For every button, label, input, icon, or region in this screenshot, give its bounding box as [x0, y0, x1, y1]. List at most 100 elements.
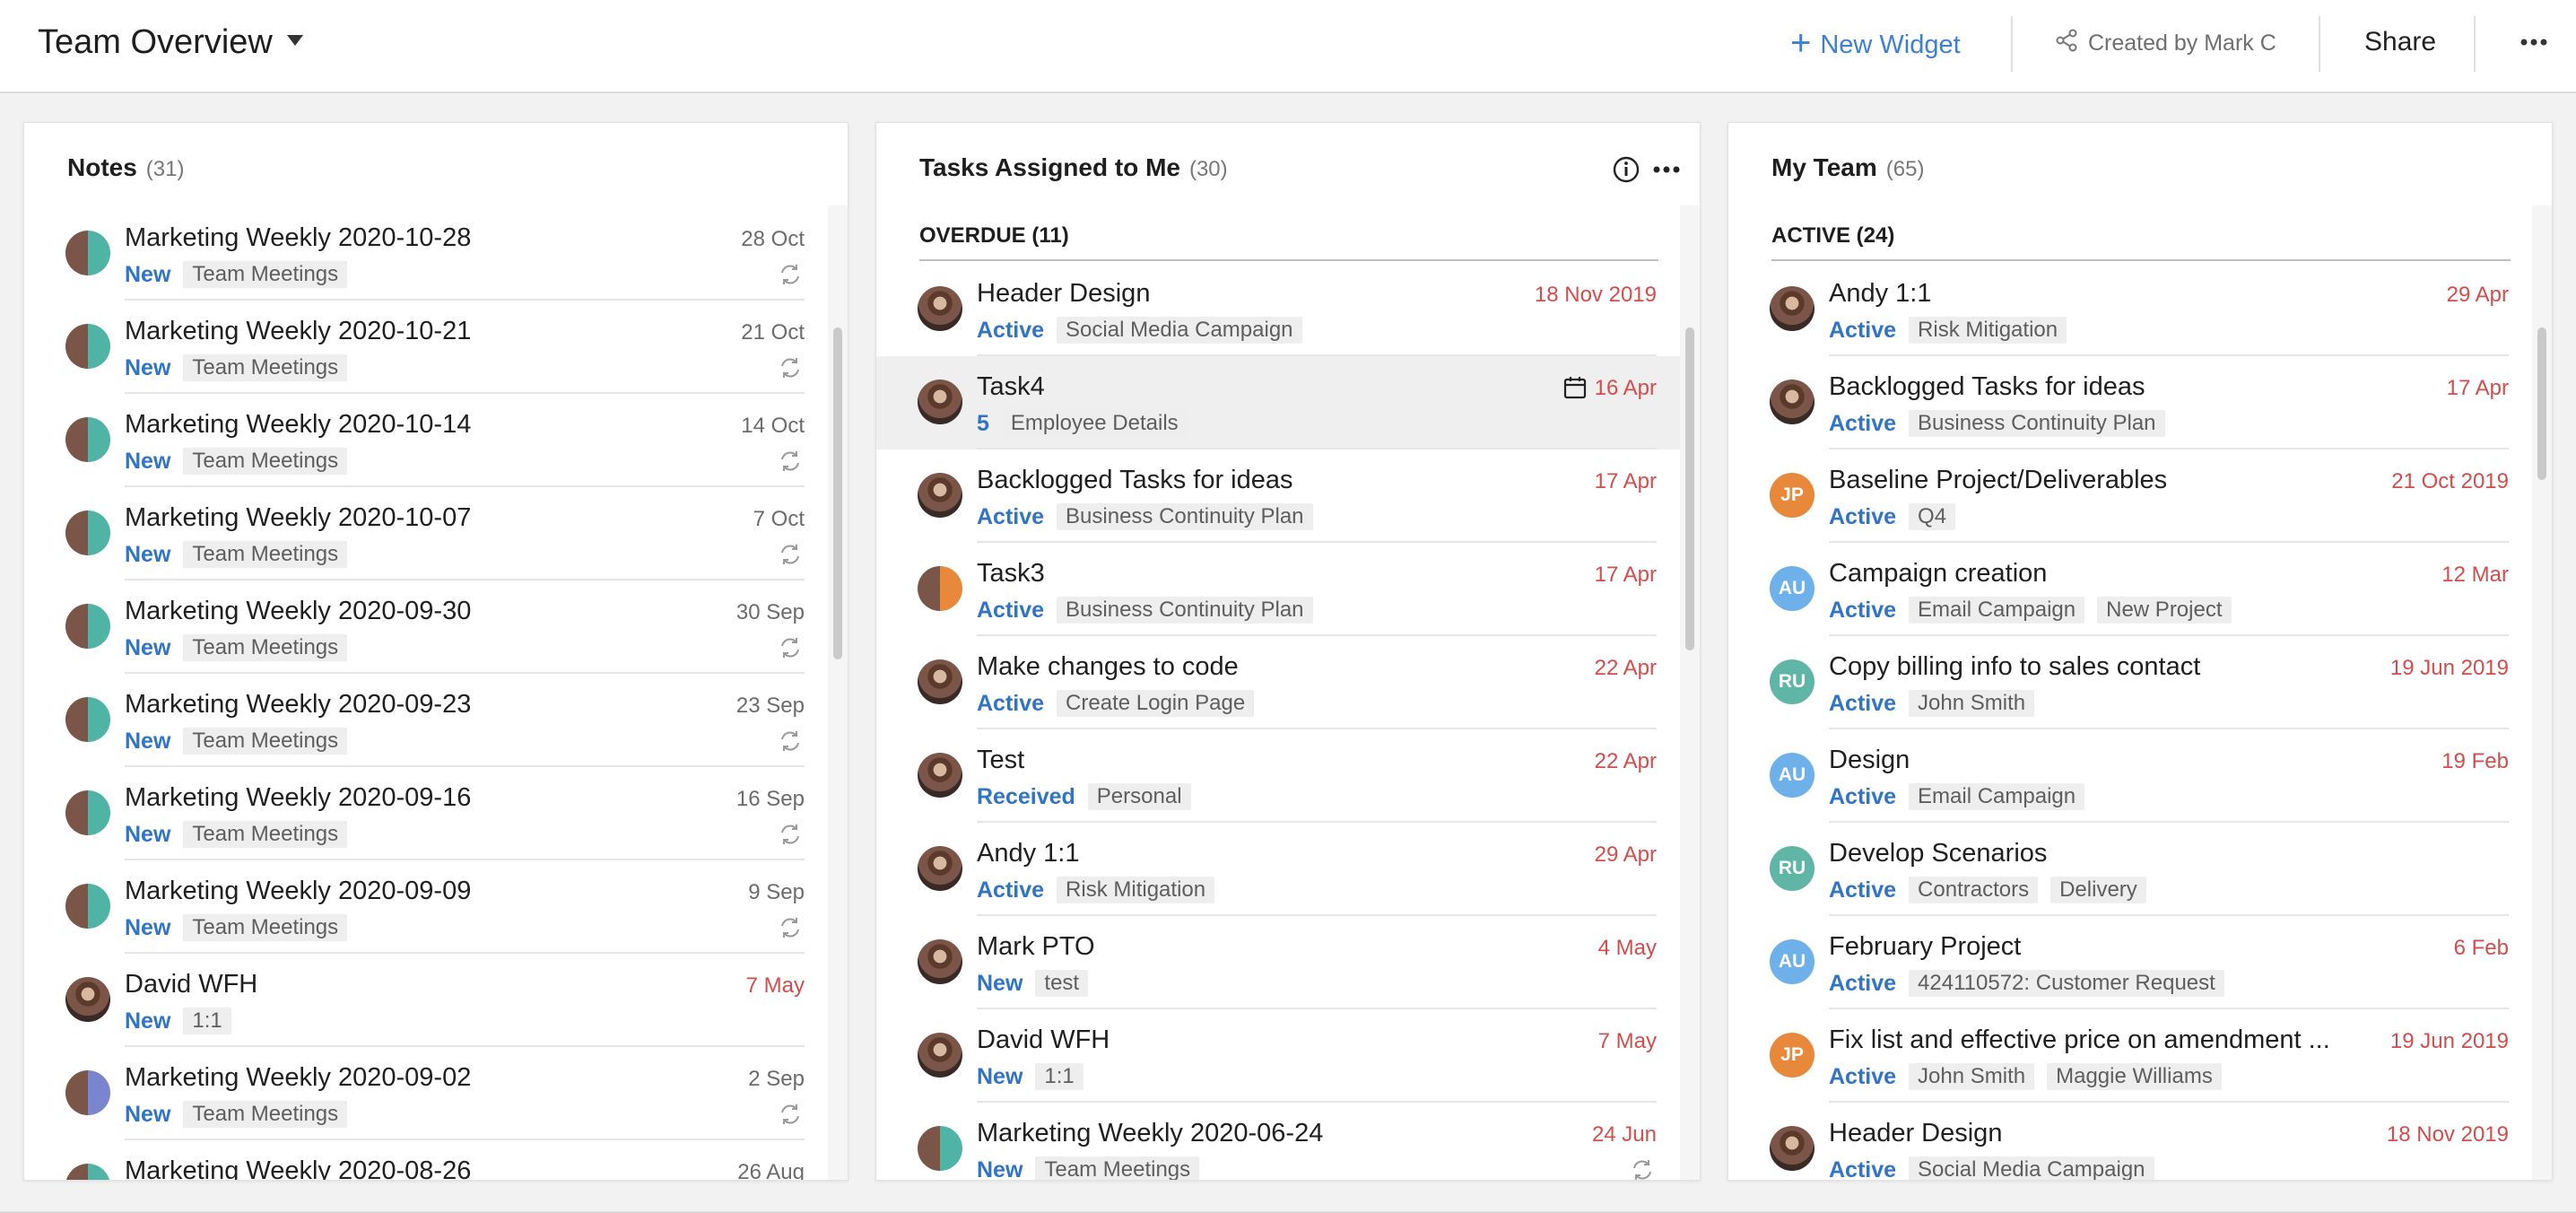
tag-badge[interactable]: 1:1 — [183, 1008, 231, 1034]
item-title[interactable]: Marketing Weekly 2020-10-28 — [125, 223, 471, 253]
item-title[interactable]: Campaign creation — [1829, 559, 2047, 589]
tag-badge[interactable]: Employee Details — [1001, 410, 1188, 437]
item-title[interactable]: Task4 — [977, 372, 1045, 402]
scrollbar-thumb[interactable] — [2537, 327, 2546, 480]
item-title[interactable]: Task3 — [977, 559, 1045, 589]
list-item[interactable]: Marketing Weekly 2020-09-16 16 Sep New Team… — [24, 767, 828, 860]
item-title[interactable]: Header Design — [1829, 1119, 2002, 1148]
list-item[interactable]: RU Copy billing info to sales contact 19 J… — [1728, 636, 2532, 729]
tag-badge[interactable]: Personal — [1087, 783, 1191, 810]
tag-badge[interactable]: Email Campaign — [1909, 783, 2085, 810]
list-item[interactable]: Marketing Weekly 2020-09-30 30 Sep New Team… — [24, 580, 828, 674]
list-item[interactable]: Marketing Weekly 2020-06-24 24 Jun New Team… — [876, 1103, 1680, 1180]
item-title[interactable]: Backlogged Tasks for ideas — [1829, 372, 2145, 402]
item-title[interactable]: Make changes to code — [977, 652, 1239, 682]
tag-badge[interactable]: Create Login Page — [1057, 690, 1255, 717]
item-title[interactable]: Test — [977, 746, 1024, 775]
scrollbar[interactable] — [1680, 205, 1700, 1180]
tag-badge[interactable]: John Smith — [1909, 690, 2035, 717]
list-item[interactable]: RU Develop Scenarios Active Contractors Deli… — [1728, 823, 2532, 916]
item-title[interactable]: David WFH — [125, 970, 257, 999]
tag-badge[interactable]: Maggie Williams — [2047, 1063, 2222, 1090]
item-title[interactable]: Mark PTO — [977, 932, 1095, 962]
list-item[interactable]: Marketing Weekly 2020-10-21 21 Oct New Team… — [24, 301, 828, 394]
info-icon[interactable] — [1612, 155, 1640, 184]
more-options-icon[interactable] — [2519, 27, 2549, 57]
list-item[interactable]: Marketing Weekly 2020-08-2626 AugNewTeam… — [24, 1140, 828, 1180]
tag-badge[interactable]: Team Meetings — [183, 541, 348, 568]
list-item[interactable]: Andy 1:1 29 Apr Active Risk Mitigation — [876, 823, 1680, 916]
list-item[interactable]: David WFH 7 May New 1:1 — [24, 954, 828, 1047]
item-title[interactable]: Marketing Weekly 2020-06-24 — [977, 1119, 1323, 1148]
list-item[interactable]: Task3 17 Apr Active Business Continuity Pla… — [876, 543, 1680, 636]
list-item[interactable]: AU February Project 6 Feb Active 424110572: … — [1728, 916, 2532, 1009]
item-title[interactable]: David WFH — [977, 1025, 1110, 1055]
item-title[interactable]: Andy 1:1 — [1829, 279, 1931, 309]
list-item[interactable]: AU Campaign creation 12 Mar Active Email Cam… — [1728, 543, 2532, 636]
tag-badge[interactable]: Risk Mitigation — [1909, 317, 2067, 344]
item-title[interactable]: Copy billing info to sales contact — [1829, 652, 2200, 682]
list-item[interactable]: Marketing Weekly 2020-09-02 2 Sep New Team … — [24, 1047, 828, 1140]
tag-badge[interactable]: Team Meetings — [183, 448, 348, 475]
tag-badge[interactable]: Team Meetings — [183, 634, 348, 661]
tag-badge[interactable]: Risk Mitigation — [1057, 877, 1215, 903]
list-item[interactable]: Marketing Weekly 2020-09-09 9 Sep New Team … — [24, 860, 828, 954]
item-title[interactable]: Fix list and effective price on amendmen… — [1829, 1025, 2330, 1055]
scrollbar[interactable] — [2532, 205, 2552, 1180]
list-item[interactable]: David WFH 7 May New 1:1 — [876, 1009, 1680, 1103]
item-title[interactable]: Backlogged Tasks for ideas — [977, 466, 1293, 495]
tag-badge[interactable]: Q4 — [1909, 503, 1956, 530]
tag-badge[interactable]: Contractors — [1909, 877, 2039, 903]
list-item[interactable]: Marketing Weekly 2020-10-14 14 Oct New Team… — [24, 394, 828, 487]
list-item[interactable]: JP Fix list and effective price on amendm… — [1728, 1009, 2532, 1103]
item-title[interactable]: Andy 1:1 — [977, 839, 1079, 868]
item-title[interactable]: Marketing Weekly 2020-09-09 — [125, 877, 471, 906]
tag-badge[interactable]: Team Meetings — [183, 821, 348, 848]
tag-badge[interactable]: Business Continuity Plan — [1909, 410, 2165, 437]
item-title[interactable]: Header Design — [977, 279, 1150, 309]
item-title[interactable]: Marketing Weekly 2020-08-26 — [125, 1156, 471, 1180]
tag-badge[interactable]: Team Meetings — [1035, 1156, 1200, 1180]
item-title[interactable]: February Project — [1829, 932, 2021, 962]
tag-badge[interactable]: 424110572: Customer Request — [1909, 970, 2224, 997]
tag-badge[interactable]: Business Continuity Plan — [1057, 597, 1313, 624]
more-options-icon[interactable] — [1651, 155, 1682, 184]
list-item[interactable]: JP Baseline Project/Deliverables 21 Oct 20… — [1728, 449, 2532, 543]
list-item[interactable]: Task4 16 Apr 5 Employee Details — [876, 356, 1680, 449]
list-item[interactable]: AU Design 19 Feb Active Email Campaign — [1728, 729, 2532, 823]
tag-badge[interactable]: Delivery — [2050, 877, 2146, 903]
list-item[interactable]: Marketing Weekly 2020-10-07 7 Oct New Team … — [24, 487, 828, 580]
tag-badge[interactable]: New Project — [2097, 597, 2232, 624]
calendar-icon[interactable] — [1562, 374, 1588, 401]
dashboard-title-dropdown[interactable]: Team Overview — [38, 23, 303, 62]
list-item[interactable]: Mark PTO 4 May New test — [876, 916, 1680, 1009]
item-title[interactable]: Develop Scenarios — [1829, 839, 2047, 868]
item-title[interactable]: Marketing Weekly 2020-09-23 — [125, 690, 471, 720]
list-item[interactable]: Marketing Weekly 2020-10-28 28 Oct New Team… — [24, 207, 828, 301]
tag-badge[interactable]: Social Media Campaign — [1057, 317, 1302, 344]
scrollbar[interactable] — [828, 205, 848, 1180]
tag-badge[interactable]: Team Meetings — [183, 728, 348, 755]
scrollbar-thumb[interactable] — [1685, 327, 1694, 650]
item-title[interactable]: Marketing Weekly 2020-09-16 — [125, 783, 471, 813]
item-title[interactable]: Marketing Weekly 2020-10-21 — [125, 317, 471, 346]
tag-badge[interactable]: Business Continuity Plan — [1057, 503, 1313, 530]
list-item[interactable]: Andy 1:1 29 Apr Active Risk Mitigation — [1728, 263, 2532, 356]
new-widget-button[interactable]: + New Widget — [1790, 25, 1961, 63]
tag-badge[interactable]: test — [1035, 970, 1089, 997]
item-title[interactable]: Marketing Weekly 2020-09-30 — [125, 597, 471, 626]
item-title[interactable]: Marketing Weekly 2020-10-07 — [125, 503, 471, 533]
tag-badge[interactable]: Team Meetings — [183, 1101, 348, 1128]
share-button[interactable]: Share — [2364, 27, 2436, 57]
tag-badge[interactable]: Social Media Campaign — [1909, 1156, 2154, 1180]
scrollbar-thumb[interactable] — [833, 327, 842, 659]
list-item[interactable]: Header Design 18 Nov 2019 Active Social Med… — [876, 263, 1680, 356]
list-item[interactable]: Backlogged Tasks for ideas 17 Apr Active Bu… — [876, 449, 1680, 543]
tag-badge[interactable]: Team Meetings — [183, 354, 348, 381]
item-title[interactable]: Marketing Weekly 2020-09-02 — [125, 1063, 471, 1093]
tag-badge[interactable]: 1:1 — [1035, 1063, 1083, 1090]
tag-badge[interactable]: Email Campaign — [1909, 597, 2085, 624]
item-title[interactable]: Marketing Weekly 2020-10-14 — [125, 410, 471, 440]
list-item[interactable]: Marketing Weekly 2020-09-23 23 Sep New Team… — [24, 674, 828, 767]
item-title[interactable]: Baseline Project/Deliverables — [1829, 466, 2167, 495]
